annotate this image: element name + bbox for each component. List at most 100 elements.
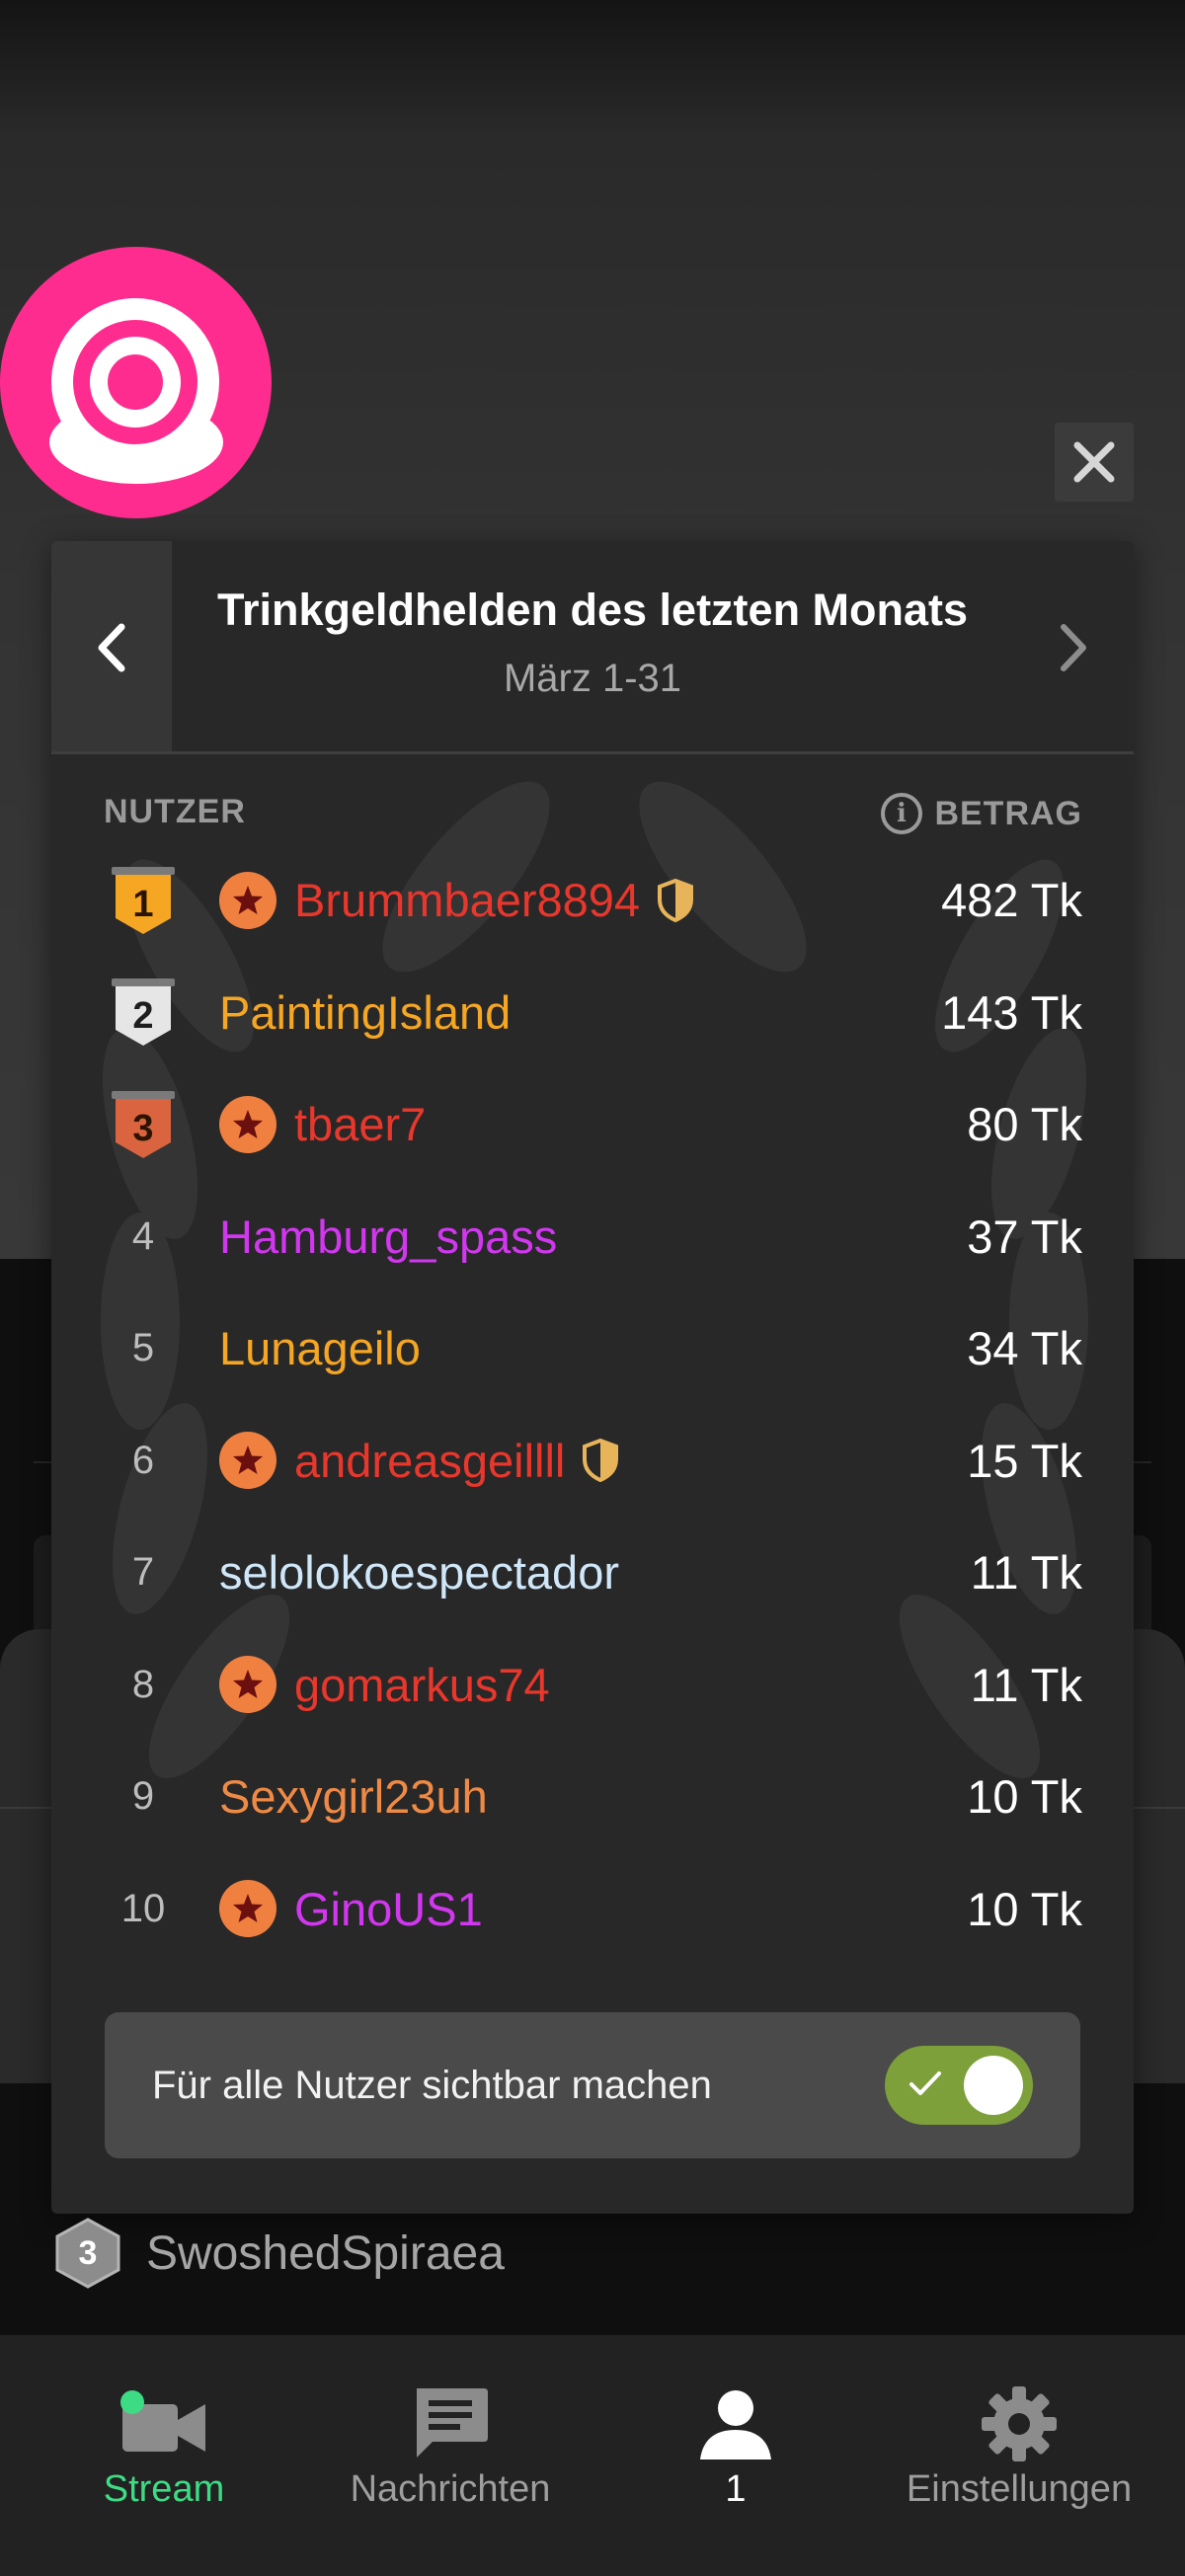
- rank-number: 9: [99, 1741, 188, 1852]
- tip-amount: 11 Tk: [970, 1546, 1082, 1599]
- close-icon: [1073, 441, 1115, 483]
- star-badge-icon: [219, 1432, 276, 1489]
- username[interactable]: selolokoespectador: [219, 1545, 619, 1600]
- username[interactable]: gomarkus74: [294, 1658, 550, 1712]
- rank-number: 7: [99, 1517, 188, 1628]
- header-divider: [51, 751, 1134, 754]
- rank-number: 4: [99, 1181, 188, 1292]
- chevron-left-icon: [98, 623, 125, 671]
- tip-amount: 80 Tk: [967, 1098, 1082, 1150]
- username[interactable]: Sexygirl23uh: [219, 1769, 488, 1824]
- rank-number-text: 6: [131, 1438, 155, 1482]
- username[interactable]: GinoUS1: [294, 1882, 483, 1936]
- info-icon[interactable]: i: [881, 793, 923, 834]
- rank-medal-icon: 3: [99, 1068, 188, 1180]
- username[interactable]: tbaer7: [294, 1097, 426, 1151]
- rank-medal-icon: 1: [99, 844, 188, 956]
- leaderboard-row[interactable]: 8 gomarkus74 11 Tk: [51, 1629, 1134, 1741]
- user-icon: [700, 2390, 771, 2459]
- column-header-amount-label: BETRAG: [934, 794, 1082, 832]
- leaderboard-row[interactable]: 10 GinoUS1 10 Tk: [51, 1853, 1134, 1965]
- rank-number: 5: [99, 1292, 188, 1404]
- column-header-amount: i BETRAG: [881, 793, 1082, 834]
- tip-amount: 15 Tk: [967, 1434, 1082, 1487]
- nav-stream[interactable]: Stream: [16, 2335, 312, 2576]
- rank-medal-icon: 2: [99, 957, 188, 1068]
- username[interactable]: PaintingIsland: [219, 985, 511, 1040]
- leaderboard-modal: Trinkgeldhelden des letzten Monats März …: [51, 541, 1134, 2214]
- rank-number-text: 5: [131, 1326, 155, 1369]
- leaderboard-row[interactable]: 5 Lunageilo 34 Tk: [51, 1292, 1134, 1404]
- bottom-navigation: Stream Nachrichten 1 Einstellungen: [0, 2335, 1185, 2576]
- user-cell: PaintingIsland: [219, 957, 511, 1068]
- user-cell: Brummbaer8894: [219, 844, 695, 956]
- rank-number: 6: [99, 1405, 188, 1517]
- next-month-button[interactable]: [1013, 541, 1134, 753]
- nav-profile-label: 1: [725, 2468, 747, 2510]
- rank-medal-number: 1: [132, 884, 153, 925]
- visibility-label: Für alle Nutzer sichtbar machen: [152, 2063, 712, 2107]
- user-cell: tbaer7: [219, 1068, 426, 1180]
- visibility-setting: Für alle Nutzer sichtbar machen: [105, 2012, 1080, 2158]
- rank-number-text: 10: [120, 1886, 166, 1930]
- nav-stream-label: Stream: [103, 2468, 225, 2510]
- nav-messages[interactable]: Nachrichten: [302, 2335, 598, 2576]
- checkmark-icon: [909, 2071, 941, 2095]
- leaderboard-row[interactable]: 4 Hamburg_spass 37 Tk: [51, 1181, 1134, 1292]
- leaderboard-row[interactable]: 3 tbaer7 80 Tk: [51, 1068, 1134, 1180]
- chevron-right-icon: [1061, 623, 1086, 671]
- user-cell: selolokoespectador: [219, 1517, 619, 1628]
- user-cell: gomarkus74: [219, 1629, 550, 1741]
- modal-title: Trinkgeldhelden des letzten Monats: [216, 585, 969, 635]
- leaderboard-row[interactable]: 2 PaintingIsland 143 Tk: [51, 957, 1134, 1068]
- tip-amount: 11 Tk: [970, 1658, 1082, 1711]
- rank-number: 8: [99, 1629, 188, 1741]
- user-cell: andreasgeillll: [219, 1405, 620, 1517]
- nav-settings[interactable]: Einstellungen: [871, 2335, 1167, 2576]
- username[interactable]: Lunageilo: [219, 1321, 421, 1375]
- username[interactable]: andreasgeillll: [294, 1434, 565, 1488]
- rank-medal-number: 3: [132, 1108, 153, 1149]
- rank-medal-number: 2: [132, 995, 153, 1037]
- nav-profile[interactable]: 1: [588, 2335, 884, 2576]
- column-header-user: NUTZER: [104, 793, 246, 830]
- viewer-name: SwoshedSpiraea: [146, 2226, 505, 2280]
- rank-number-text: 8: [131, 1662, 155, 1706]
- toggle-knob: [964, 2056, 1023, 2115]
- level-number: 3: [78, 2233, 98, 2272]
- user-cell: Hamburg_spass: [219, 1181, 557, 1292]
- rank-number-text: 9: [131, 1774, 155, 1818]
- period-label: März 1-31: [503, 657, 682, 700]
- star-badge-icon: [219, 871, 276, 929]
- user-cell: Lunageilo: [219, 1292, 421, 1404]
- user-cell: Sexygirl23uh: [219, 1741, 488, 1852]
- tip-amount: 143 Tk: [941, 985, 1082, 1039]
- close-button[interactable]: [1055, 423, 1134, 502]
- visibility-toggle[interactable]: [885, 2046, 1033, 2125]
- webcam-logo-icon: [0, 247, 272, 518]
- previous-month-button[interactable]: [51, 541, 172, 753]
- tip-amount: 482 Tk: [941, 874, 1082, 926]
- gear-icon: [982, 2386, 1057, 2461]
- leaderboard-row[interactable]: 6 andreasgeillll 15 Tk: [51, 1405, 1134, 1517]
- leaderboard-row[interactable]: 7 selolokoespectador 11 Tk: [51, 1517, 1134, 1628]
- user-cell: GinoUS1: [219, 1853, 483, 1965]
- tip-amount: 37 Tk: [967, 1210, 1082, 1263]
- star-badge-icon: [219, 1656, 276, 1713]
- tip-amount: 10 Tk: [967, 1770, 1082, 1823]
- star-badge-icon: [219, 1880, 276, 1937]
- rank-number: 10: [99, 1853, 188, 1965]
- modal-header: Trinkgeldhelden des letzten Monats März …: [51, 541, 1134, 754]
- shield-icon: [581, 1438, 620, 1483]
- username[interactable]: Brummbaer8894: [294, 873, 640, 927]
- video-camera-icon: [120, 2390, 205, 2452]
- viewer-list-item[interactable]: 3 SwoshedSpiraea: [53, 2218, 505, 2289]
- level-badge: 3: [53, 2218, 122, 2289]
- username[interactable]: Hamburg_spass: [219, 1210, 557, 1264]
- tip-amount: 34 Tk: [967, 1322, 1082, 1374]
- leaderboard-row[interactable]: 1 Brummbaer8894 482 Tk: [51, 844, 1134, 956]
- leaderboard-row[interactable]: 9 Sexygirl23uh 10 Tk: [51, 1741, 1134, 1852]
- rank-number-text: 7: [131, 1550, 155, 1594]
- nav-settings-label: Einstellungen: [906, 2468, 1133, 2510]
- nav-messages-label: Nachrichten: [350, 2468, 551, 2510]
